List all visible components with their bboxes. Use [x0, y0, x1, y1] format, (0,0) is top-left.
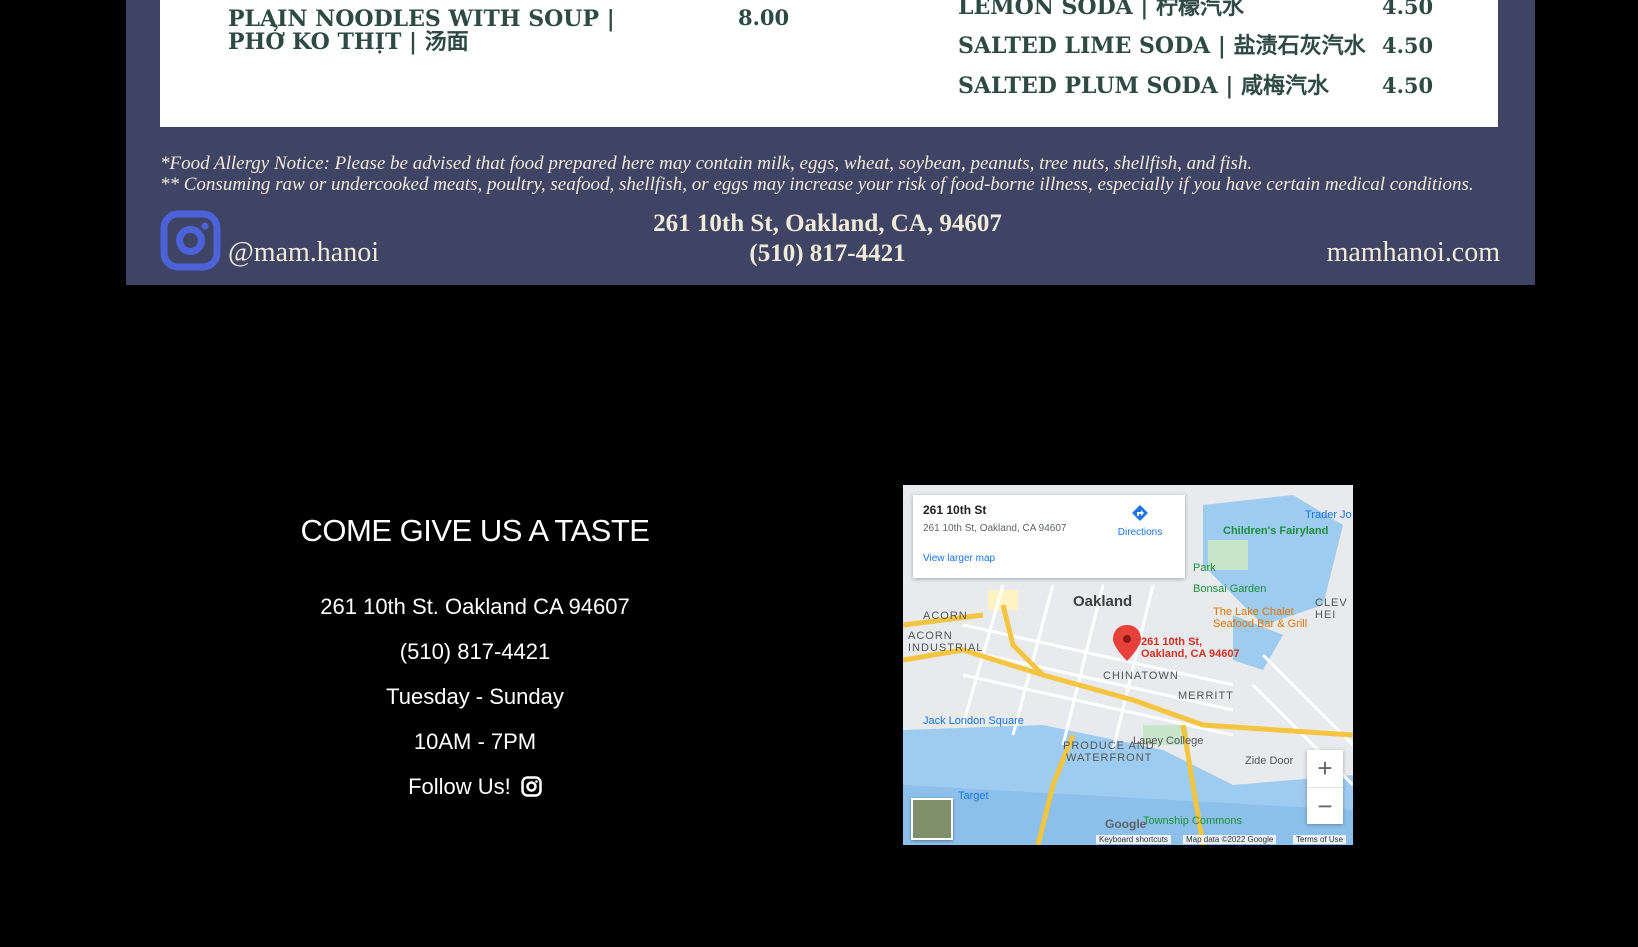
- menu-item-salted-plum-soda: SALTED PLUM SODA | 咸梅汽水: [958, 73, 1330, 99]
- map-label-produce-2: WATERFRONT: [1066, 752, 1153, 764]
- menu-price-plain-noodles: 8.00: [738, 5, 790, 30]
- map-label-childrens-fairyland: Children's Fairyland: [1223, 525, 1329, 537]
- map-label-clev: CLEV: [1315, 597, 1348, 609]
- map-info-card: 261 10th St 261 10th St, Oakland, CA 946…: [913, 495, 1185, 578]
- follow-us: Follow Us!: [255, 774, 695, 803]
- section-heading: COME GIVE US A TASTE: [300, 513, 650, 548]
- embedded-map[interactable]: Oakland CHINATOWN ACORN ACORN INDUSTRIAL…: [903, 485, 1353, 845]
- map-label-acorn-industrial-2: INDUSTRIAL: [908, 642, 984, 654]
- google-logo: Google: [1105, 817, 1147, 831]
- map-label-hei: HEI: [1315, 609, 1337, 621]
- allergy-notice: *Food Allergy Notice: Please be advised …: [160, 153, 1253, 174]
- map-label-merritt: MERRITT: [1178, 690, 1234, 702]
- map-label-township: Township Commons: [1143, 815, 1243, 827]
- follow-us-label: Follow Us!: [408, 774, 511, 799]
- zoom-in-button[interactable]: +: [1307, 750, 1343, 786]
- map-label-trader-joes: Trader Jo: [1305, 509, 1352, 521]
- map-label-lake-chalet-1: The Lake Chalet: [1213, 606, 1294, 618]
- map-label-oakland: Oakland: [1073, 593, 1133, 610]
- instagram-icon[interactable]: [521, 776, 542, 803]
- menu-price-lemon-soda: 4.50: [1382, 0, 1434, 19]
- map-data-attribution: Map data ©2022 Google: [1183, 835, 1277, 844]
- map-label-acorn-industrial-1: ACORN: [908, 630, 953, 642]
- map-label-acorn: ACORN: [923, 610, 968, 622]
- menu-item-plain-noodles: PLAIN NOODLES WITH SOUP | PHỞ KO THỊT | …: [228, 6, 615, 55]
- view-larger-map-link[interactable]: View larger map: [923, 553, 995, 564]
- keyboard-shortcuts-link[interactable]: Keyboard shortcuts: [1096, 835, 1171, 844]
- map-footer: Keyboard shortcuts Map data ©2022 Google…: [903, 831, 1353, 845]
- zoom-controls: + −: [1307, 750, 1343, 824]
- map-card-address: 261 10th St, Oakland, CA 94607: [923, 523, 1067, 534]
- zoom-out-button[interactable]: −: [1307, 787, 1343, 824]
- directions-icon: [1132, 505, 1148, 521]
- instagram-icon[interactable]: [160, 210, 221, 271]
- map-pin-label-2: Oakland, CA 94607: [1141, 648, 1240, 660]
- map-label-bonsai-garden: Bonsai Garden: [1193, 583, 1267, 595]
- map-card-title: 261 10th St: [923, 503, 987, 517]
- map-label-target: Target: [958, 790, 989, 802]
- map-label-zide-door: Zide Door: [1245, 755, 1294, 767]
- contact-hours: 10AM - 7PM: [413, 729, 537, 754]
- map-label-laney: Laney College: [1133, 735, 1204, 747]
- menu-price-salted-lime-soda: 4.50: [1382, 33, 1434, 58]
- menu-address: 261 10th St, Oakland, CA, 94607: [653, 210, 1002, 237]
- contact-days: Tuesday - Sunday: [386, 684, 564, 709]
- directions-button[interactable]: Directions: [1105, 501, 1175, 541]
- map-label-park: Park: [1193, 562, 1216, 574]
- menu-item-salted-lime-soda: SALTED LIME SODA | 盐渍石灰汽水: [958, 33, 1366, 59]
- map-label-lake-chalet-2: Seafood Bar & Grill: [1213, 618, 1308, 630]
- map-pin-label-1: 261 10th St,: [1141, 636, 1203, 648]
- raw-food-notice: ** Consuming raw or undercooked meats, p…: [160, 174, 1474, 195]
- directions-label: Directions: [1117, 527, 1163, 538]
- menu-price-salted-plum-soda: 4.50: [1382, 73, 1434, 98]
- terms-of-use-link[interactable]: Terms of Use: [1293, 835, 1347, 844]
- map-label-jack-london: Jack London Square: [923, 715, 1024, 727]
- menu-phone: (510) 817-4421: [749, 240, 906, 267]
- map-label-chinatown: CHINATOWN: [1103, 670, 1179, 682]
- menu-website: mamhanoi.com: [1326, 237, 1500, 268]
- menu-item-lemon-soda: LEMON SODA | 柠檬汽水: [958, 0, 1245, 20]
- contact-address: 261 10th St. Oakland CA 94607: [320, 594, 630, 619]
- contact-phone[interactable]: (510) 817-4421: [255, 639, 695, 665]
- instagram-handle: @mam.hanoi: [228, 237, 379, 268]
